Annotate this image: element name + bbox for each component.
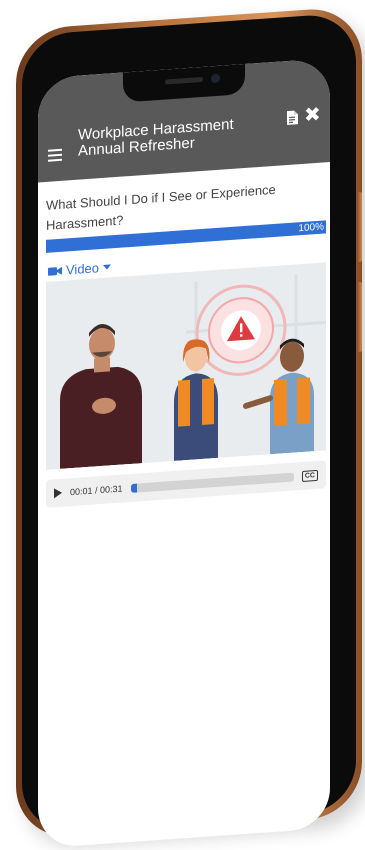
progress-label: 100% [298, 221, 324, 235]
hamburger-menu-icon[interactable] [48, 148, 62, 162]
phone-bezel: Workplace Harassment Annual Refresher ✖ … [22, 12, 356, 849]
video-dropdown[interactable]: Video [48, 259, 112, 278]
document-icon[interactable] [286, 110, 298, 126]
volume-button [357, 281, 362, 353]
video-camera-icon [48, 266, 62, 276]
caret-down-icon [103, 263, 112, 270]
play-icon[interactable] [54, 487, 62, 499]
video-dropdown-label: Video [66, 260, 100, 278]
time-display: 00:01 / 00:31 [70, 483, 123, 498]
seek-bar[interactable] [130, 472, 294, 493]
audio-player: 00:01 / 00:31 CC [46, 460, 326, 508]
phone-device: Workplace Harassment Annual Refresher ✖ … [16, 0, 362, 849]
close-icon[interactable]: ✖ [304, 104, 321, 127]
volume-button [357, 191, 362, 263]
front-camera [211, 73, 220, 84]
video-illustration [46, 262, 326, 470]
screen: Workplace Harassment Annual Refresher ✖ … [38, 58, 330, 849]
speaker-grille [165, 76, 203, 85]
app-title: Workplace Harassment Annual Refresher [78, 115, 234, 160]
seek-progress [130, 483, 138, 493]
video-frame[interactable] [46, 262, 326, 470]
closed-captions-button[interactable]: CC [301, 469, 318, 482]
